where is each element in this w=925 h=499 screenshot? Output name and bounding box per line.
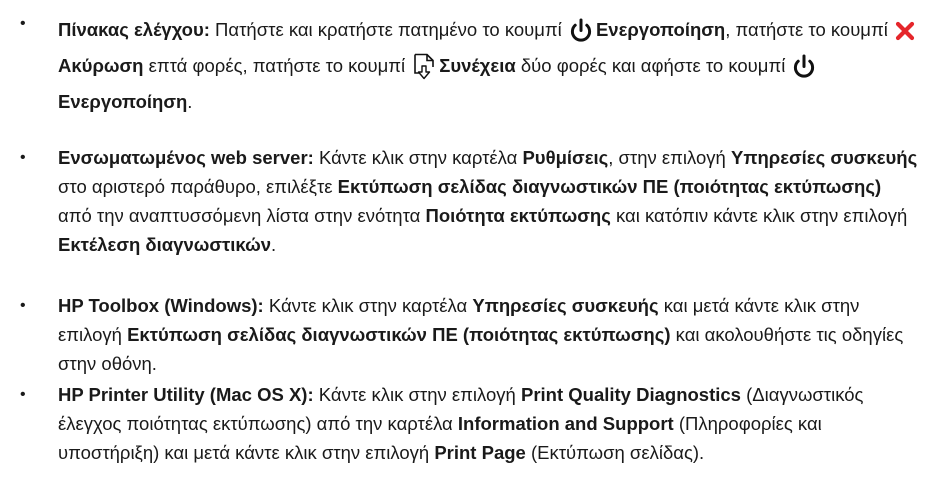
- list-item-embedded-web-server: • Ενσωματωμένος web server: Κάντε κλικ σ…: [20, 143, 918, 259]
- bullet: •: [20, 297, 26, 314]
- bullet: •: [20, 386, 26, 403]
- power-icon: [792, 54, 816, 80]
- power-label: Ενεργοποίηση: [58, 91, 188, 112]
- document-page: • Πίνακας ελέγχου: Πατήστε και κρατήστε …: [0, 0, 925, 499]
- list-item-hp-toolbox: • HP Toolbox (Windows): Κάντε κλικ στην …: [20, 291, 918, 378]
- power-label: Ενεργοποίηση: [595, 19, 726, 40]
- item-label: HP Printer Utility (Mac OS X):: [58, 384, 314, 405]
- item-label: HP Toolbox (Windows):: [58, 295, 264, 316]
- bullet: •: [20, 149, 26, 166]
- cancel-label: Ακύρωση: [58, 55, 144, 76]
- list-item-control-panel: • Πίνακας ελέγχου: Πατήστε και κρατήστε …: [20, 12, 918, 120]
- resume-label: Συνέχεια: [439, 55, 516, 76]
- item-label: Ενσωματωμένος web server:: [58, 147, 314, 168]
- list-item-hp-printer-utility: • HP Printer Utility (Mac OS X): Κάντε κ…: [20, 380, 918, 467]
- resume-page-icon: [412, 53, 436, 81]
- power-icon: [569, 18, 593, 44]
- cancel-x-icon: [895, 21, 915, 41]
- bullet: •: [20, 15, 26, 32]
- item-label: Πίνακας ελέγχου:: [58, 19, 210, 40]
